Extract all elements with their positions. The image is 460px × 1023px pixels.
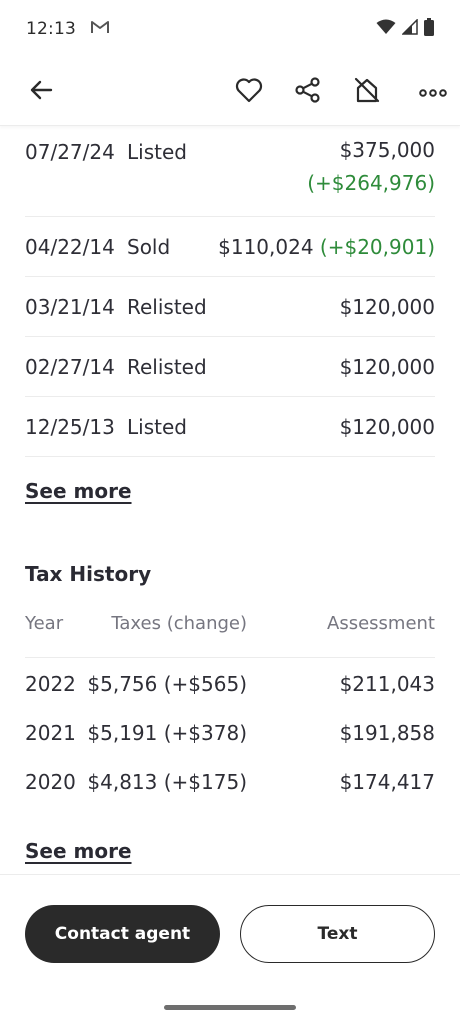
sale-date: 12/25/13: [25, 414, 115, 439]
tax-amount: $4,813 (+$175): [87, 769, 247, 794]
tax-year: 2020: [25, 769, 76, 794]
tax-row: 2020 $4,813 (+$175) $174,417: [25, 757, 435, 806]
sale-price: $110,024: [218, 234, 314, 259]
signal-icon: [401, 17, 418, 40]
sale-price: $120,000: [339, 294, 435, 319]
tax-amount: $5,756 (+$565): [87, 671, 247, 696]
battery-icon: [424, 17, 434, 41]
more-options-button[interactable]: [413, 72, 453, 112]
tax-year: 2022: [25, 671, 76, 696]
sale-event: Relisted: [127, 354, 207, 379]
status-bar: 12:13: [0, 0, 460, 58]
text-button[interactable]: Text: [240, 905, 435, 963]
share-button[interactable]: [288, 72, 328, 112]
more-icon: [419, 83, 447, 102]
favorite-button[interactable]: [229, 72, 269, 112]
tax-history-title: Tax History: [25, 562, 152, 586]
sale-price-block: $375,000 (+$264,976): [307, 134, 435, 200]
sale-event: Listed: [127, 414, 187, 439]
tax-assessment: $174,417: [339, 769, 435, 794]
sale-date: 02/27/14: [25, 354, 115, 379]
tax-history-table: Year Taxes (change) Assessment 2022 $5,7…: [25, 613, 435, 806]
back-arrow-icon: [29, 80, 53, 104]
tax-year: 2021: [25, 720, 76, 745]
home-indicator[interactable]: [164, 1005, 296, 1010]
sale-history-row: 02/27/14 Relisted $120,000: [25, 337, 435, 397]
tax-header-assessment: Assessment: [327, 613, 435, 634]
sale-price-change: (+$264,976): [307, 171, 435, 195]
tax-row: 2021 $5,191 (+$378) $191,858: [25, 708, 435, 757]
status-time: 12:13: [26, 19, 76, 39]
sale-history-row: 03/21/14 Relisted $120,000: [25, 277, 435, 337]
sale-event: Listed: [127, 140, 187, 164]
sale-history-row: 04/22/14 Sold $110,024 (+$20,901): [25, 217, 435, 277]
tax-amount: $5,191 (+$378): [87, 720, 247, 745]
top-toolbar: [0, 58, 460, 126]
sale-price-change: (+$20,901): [319, 234, 435, 259]
sale-price: $120,000: [339, 354, 435, 379]
sale-date: 03/21/14: [25, 294, 115, 319]
sale-date: 04/22/14: [25, 234, 115, 259]
tax-assessment: $211,043: [339, 671, 435, 696]
sale-history-row: 12/25/13 Listed $120,000: [25, 397, 435, 457]
tax-header-taxes: Taxes (change): [111, 613, 247, 634]
see-more-sale-history-link[interactable]: See more: [25, 479, 132, 503]
share-icon: [294, 77, 322, 107]
back-button[interactable]: [21, 72, 61, 112]
see-more-tax-history-link[interactable]: See more: [25, 839, 132, 863]
listing-history-content: 07/27/24 Listed $375,000 (+$264,976) 04/…: [25, 127, 435, 863]
tax-row: 2022 $5,756 (+$565) $211,043: [25, 659, 435, 708]
sale-history-row: 07/27/24 Listed $375,000 (+$264,976): [25, 127, 435, 217]
hide-icon: [353, 76, 381, 108]
tax-assessment: $191,858: [339, 720, 435, 745]
sale-event: Sold: [127, 234, 171, 259]
sale-price: $375,000: [339, 138, 435, 162]
wifi-icon: [376, 19, 396, 40]
sale-price-block: $110,024 (+$20,901): [218, 235, 435, 259]
tax-header-year: Year: [25, 613, 64, 634]
hide-button[interactable]: [347, 72, 387, 112]
sale-date: 07/27/24: [25, 140, 115, 164]
sale-price: $120,000: [339, 414, 435, 439]
gmail-icon: [90, 19, 110, 40]
heart-icon: [235, 77, 263, 107]
sale-event: Relisted: [127, 294, 207, 319]
contact-agent-button[interactable]: Contact agent: [25, 905, 220, 963]
bottom-action-bar: Contact agent Text: [0, 874, 460, 1023]
tax-table-header: Year Taxes (change) Assessment: [25, 613, 435, 658]
